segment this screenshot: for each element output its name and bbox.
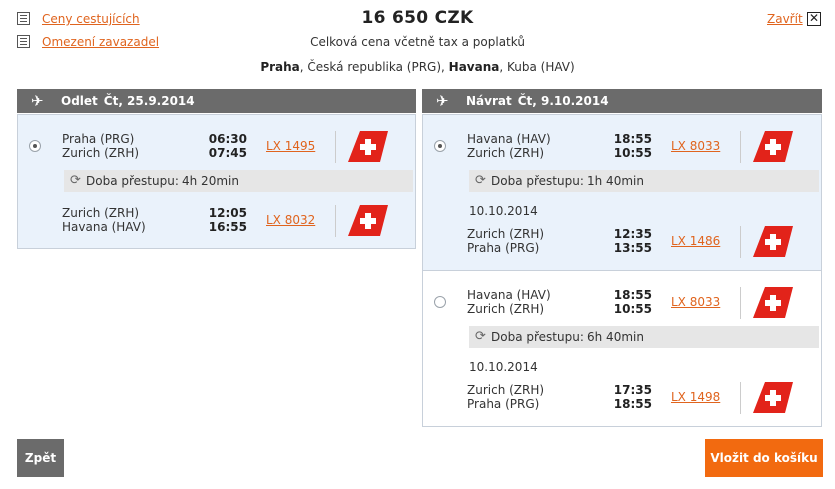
date-change: 10.10.2014 [469,360,538,374]
segment-dep-time: 18:55 [613,132,652,146]
segment-arr-time: 10:55 [613,302,652,316]
flight-number-link[interactable]: LX 8032 [266,213,315,227]
segment-arr-time: 13:55 [613,241,652,255]
close-link[interactable]: Zavřít [767,12,803,26]
back-button[interactable]: Zpět [17,439,64,477]
outbound-option[interactable]: Praha (PRG) Zurich (ZRH) 06:30 07:45 LX 14… [18,115,415,248]
total-price: 16 650 CZK [361,8,474,28]
segment-arr-time: 10:55 [613,146,652,160]
segment-from: Zurich (ZRH) [62,206,140,220]
close-icon[interactable]: ✕ [807,12,821,26]
segment-from: Havana (HAV) [467,288,551,302]
plane-takeoff-icon: ✈ [31,92,44,110]
segment-arr-time: 07:45 [208,146,247,160]
swiss-cross-logo [753,226,793,257]
segment-to: Praha (PRG) [467,397,540,411]
segment-dep-time: 12:35 [613,227,652,241]
inbound-option[interactable]: Havana (HAV) Zurich (ZRH) 18:55 10:55 LX 8… [423,115,821,271]
plane-landing-icon: ✈ [436,92,449,110]
divider [335,205,336,237]
transfer-label: Doba přestupu: [86,174,179,188]
outbound-options: Praha (PRG) Zurich (ZRH) 06:30 07:45 LX 14… [17,114,416,249]
flight-number-link[interactable]: LX 1498 [671,390,720,404]
date-change: 10.10.2014 [469,204,538,218]
flight-number-link[interactable]: LX 1495 [266,139,315,153]
flight-segment: Zurich (ZRH) Praha (PRG) 17:35 18:55 LX 14… [423,382,821,414]
refresh-icon: ⟳ [475,329,486,344]
transfer-duration: 6h 40min [587,330,644,344]
inbound-date: Čt, 9.10.2014 [517,94,609,108]
transfer-duration: 4h 20min [182,174,239,188]
transfer-info: ⟳ Doba přestupu: 6h 40min [469,326,819,348]
flight-number-link[interactable]: LX 1486 [671,234,720,248]
swiss-cross-logo [753,382,793,413]
segment-to: Zurich (ZRH) [467,146,545,160]
divider [740,226,741,258]
inbound-options: Havana (HAV) Zurich (ZRH) 18:55 10:55 LX 8… [422,114,822,427]
flight-segment: Havana (HAV) Zurich (ZRH) 18:55 10:55 LX 8… [423,131,821,163]
flight-segment: Zurich (ZRH) Havana (HAV) 12:05 16:55 LX 8… [18,205,415,237]
inbound-title: Návrat [466,94,512,108]
swiss-cross-logo [753,131,793,162]
segment-from: Praha (PRG) [62,132,135,146]
transfer-info: ⟳ Doba přestupu: 4h 20min [64,170,413,192]
refresh-icon: ⟳ [475,173,486,188]
outbound-title: Odlet [61,94,98,108]
flight-segment: Praha (PRG) Zurich (ZRH) 06:30 07:45 LX 14… [18,131,415,163]
transfer-duration: 1h 40min [587,174,644,188]
route-from-rest: , Česká republika (PRG), [299,60,449,74]
swiss-cross-logo [753,287,793,318]
segment-dep-time: 06:30 [208,132,247,146]
divider [335,131,336,163]
price-note: Celková cena včetně tax a poplatků [310,35,525,49]
swiss-cross-logo [348,131,388,162]
transfer-label: Doba přestupu: [491,174,584,188]
segment-to: Zurich (ZRH) [467,302,545,316]
divider [740,131,741,163]
segment-dep-time: 12:05 [208,206,247,220]
segment-from: Havana (HAV) [467,132,551,146]
flight-number-link[interactable]: LX 8033 [671,139,720,153]
route-from-city: Praha [260,60,300,74]
route-summary: Praha, Česká republika (PRG), Havana, Ku… [0,60,835,74]
segment-from: Zurich (ZRH) [467,383,545,397]
route-to-rest: , Kuba (HAV) [499,60,575,74]
flight-segment: Zurich (ZRH) Praha (PRG) 12:35 13:55 LX 14… [423,226,821,258]
segment-dep-time: 18:55 [613,288,652,302]
transfer-info: ⟳ Doba přestupu: 1h 40min [469,170,819,192]
transfer-label: Doba přestupu: [491,330,584,344]
flight-segment: Havana (HAV) Zurich (ZRH) 18:55 10:55 LX 8… [423,287,821,319]
refresh-icon: ⟳ [70,173,81,188]
segment-to: Zurich (ZRH) [62,146,140,160]
segment-from: Zurich (ZRH) [467,227,545,241]
divider [740,287,741,319]
flight-number-link[interactable]: LX 8033 [671,295,720,309]
inbound-header: ✈ Návrat Čt, 9.10.2014 [422,89,822,113]
segment-to: Havana (HAV) [62,220,146,234]
segment-to: Praha (PRG) [467,241,540,255]
route-to-city: Havana [448,60,500,74]
inbound-option[interactable]: Havana (HAV) Zurich (ZRH) 18:55 10:55 LX 8… [423,272,821,426]
divider [740,382,741,414]
segment-arr-time: 18:55 [613,397,652,411]
swiss-cross-logo [348,205,388,236]
segment-arr-time: 16:55 [208,220,247,234]
segment-dep-time: 17:35 [613,383,652,397]
add-to-cart-button[interactable]: Vložit do košíku [705,439,823,477]
outbound-header: ✈ Odlet Čt, 25.9.2014 [17,89,416,113]
outbound-date: Čt, 25.9.2014 [103,94,195,108]
